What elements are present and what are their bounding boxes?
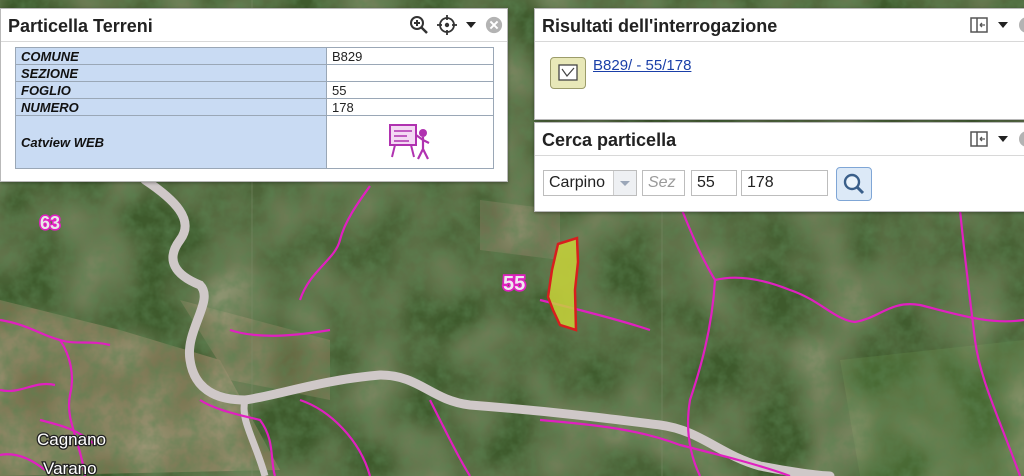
place-label: Cagnano	[37, 430, 106, 449]
parcel-label-63: 63	[40, 213, 60, 233]
dock-panel-icon[interactable]	[969, 129, 989, 149]
panel-toolbar	[969, 129, 1024, 149]
attr-value-comune: B829	[326, 47, 494, 65]
result-item[interactable]	[550, 57, 586, 89]
panel-title: Risultati dell'interrogazione	[542, 16, 778, 36]
attribute-table: COMUNE B829 SEZIONE FOGLIO 55 NUMERO 178…	[15, 47, 494, 169]
attr-label-sezione: SEZIONE	[15, 64, 327, 82]
search-button[interactable]	[836, 167, 872, 201]
catview-cell	[326, 115, 494, 169]
numero-field[interactable]: 178	[741, 170, 828, 196]
attr-value-sezione	[326, 64, 494, 82]
result-link[interactable]: B829/ - 55/178	[593, 57, 691, 74]
table-row: Catview WEB	[15, 115, 494, 169]
sezione-field[interactable]: Sez	[642, 170, 685, 196]
panel-title: Cerca particella	[542, 130, 677, 150]
panel-toolbar	[409, 15, 503, 35]
dropdown-arrow-icon[interactable]	[997, 134, 1009, 144]
comune-select-value: Carpino	[549, 174, 606, 191]
table-row: NUMERO 178	[15, 98, 494, 116]
panel-title: Particella Terreni	[8, 16, 153, 36]
cerca-particella-panel: Cerca particella Carpino Sez 55 178	[534, 122, 1024, 212]
particella-terreni-panel: Particella Terreni COMUNE B829 SEZIONE F…	[0, 8, 508, 182]
table-row: FOGLIO 55	[15, 81, 494, 99]
panel-header: Risultati dell'interrogazione	[535, 9, 1024, 42]
attr-label-numero: NUMERO	[15, 98, 327, 116]
attr-value-numero: 178	[326, 98, 494, 116]
zoom-in-icon[interactable]	[409, 15, 429, 35]
place-label-line2: Varano	[43, 459, 97, 476]
close-icon[interactable]	[485, 16, 503, 34]
panel-header: Cerca particella	[535, 123, 1024, 156]
close-icon[interactable]	[1017, 130, 1024, 148]
comune-select[interactable]: Carpino	[543, 170, 637, 196]
table-row: COMUNE B829	[15, 47, 494, 65]
parcel-label-55: 55	[503, 273, 525, 295]
catview-web-icon[interactable]	[387, 121, 433, 161]
dropdown-arrow-icon[interactable]	[465, 20, 477, 30]
attr-value-foglio: 55	[326, 81, 494, 99]
attr-label-catview: Catview WEB	[15, 115, 327, 169]
chevron-down-icon	[613, 171, 636, 195]
dock-panel-icon[interactable]	[969, 15, 989, 35]
foglio-field[interactable]: 55	[691, 170, 737, 196]
risultati-panel: Risultati dell'interrogazione B829/ - 55…	[534, 8, 1024, 120]
attr-label-comune: COMUNE	[15, 47, 327, 65]
parcel-map-icon	[558, 64, 578, 81]
dropdown-arrow-icon[interactable]	[997, 20, 1009, 30]
panel-header: Particella Terreni	[1, 9, 507, 42]
search-icon	[843, 173, 865, 195]
locate-icon[interactable]	[437, 15, 457, 35]
panel-toolbar	[969, 15, 1024, 35]
attr-label-foglio: FOGLIO	[15, 81, 327, 99]
table-row: SEZIONE	[15, 64, 494, 82]
close-icon[interactable]	[1017, 16, 1024, 34]
